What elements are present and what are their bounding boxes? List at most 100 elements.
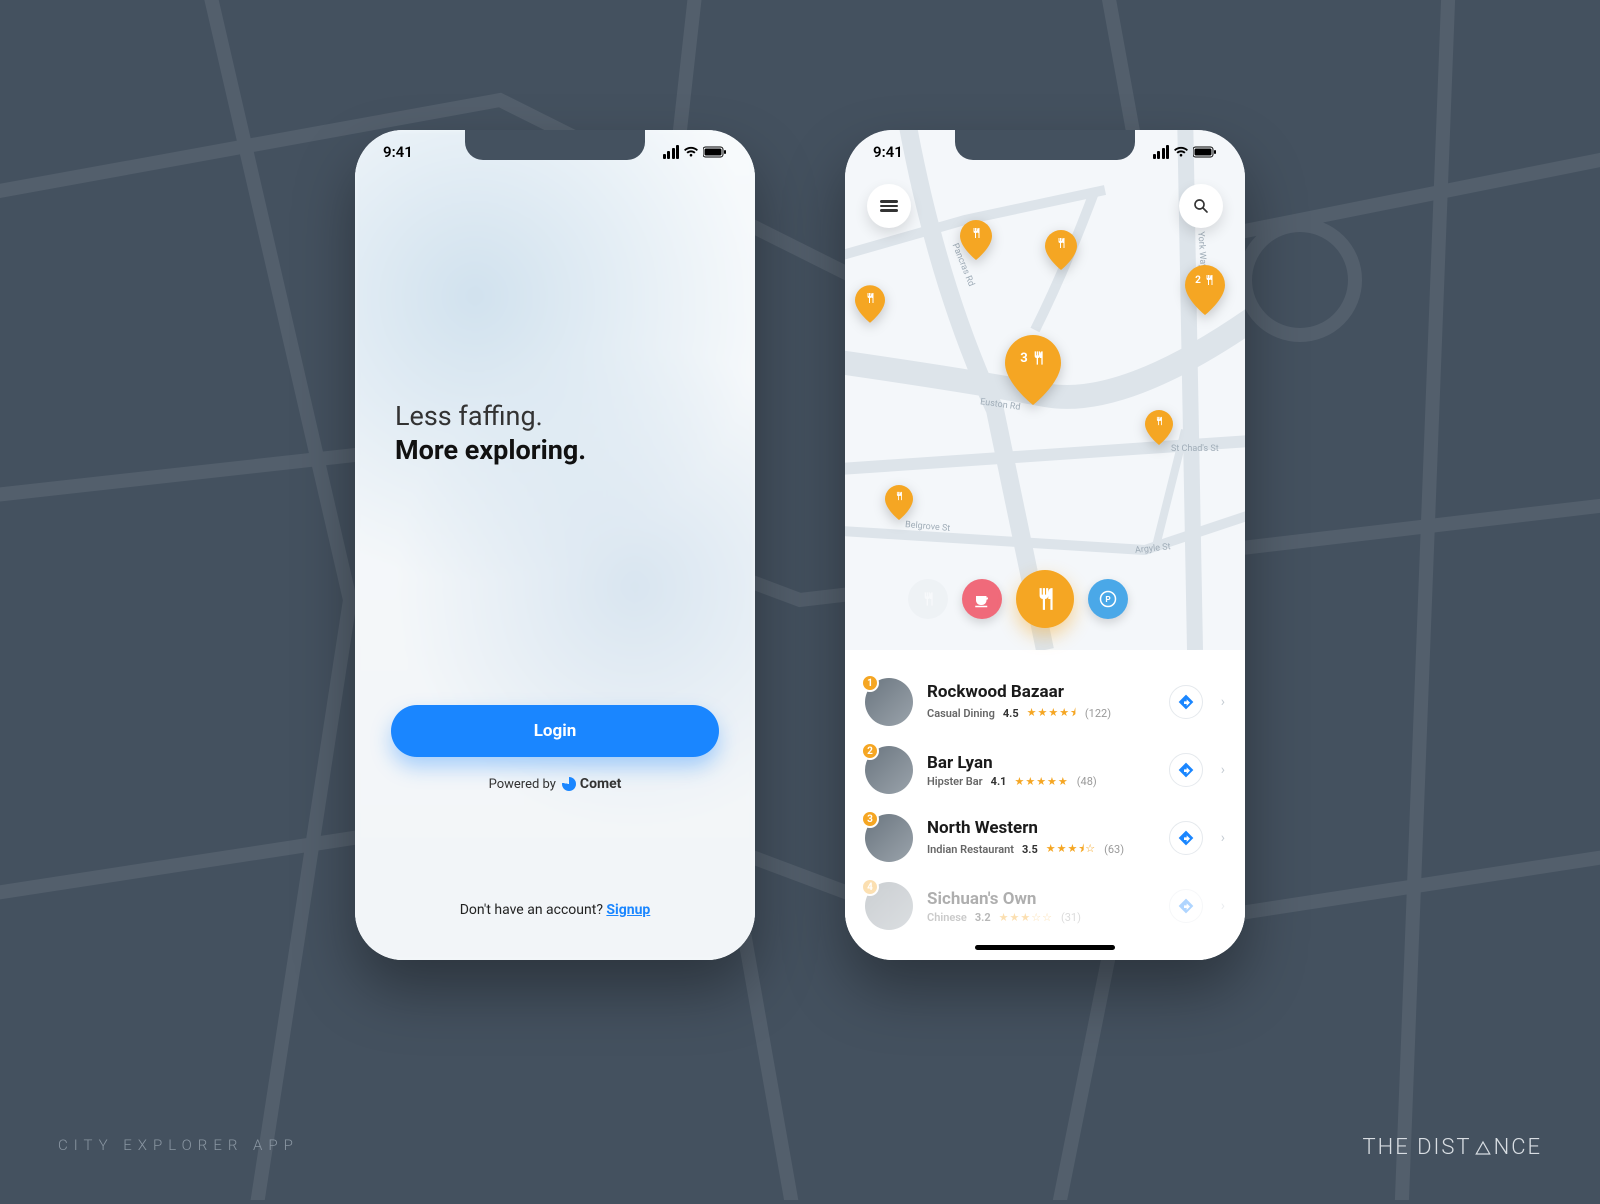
brand-prefix: THE DIST xyxy=(1363,1135,1472,1160)
category-chip-parking[interactable]: P xyxy=(1088,579,1128,619)
signal-icon xyxy=(1153,145,1170,159)
comet-brand: Comet xyxy=(580,776,622,792)
status-indicators xyxy=(663,145,728,159)
map-pin-cluster-main[interactable]: 3 xyxy=(1005,335,1061,405)
result-row[interactable]: 2 Bar Lyan Hipster Bar 4.1 ★★★★★ (48) › xyxy=(845,736,1245,804)
result-row[interactable]: 1 Rockwood Bazaar Casual Dining 4.5 ★★★★… xyxy=(845,668,1245,736)
powered-by: Powered by Comet xyxy=(355,776,755,792)
battery-icon xyxy=(1193,146,1217,158)
comet-mark-icon xyxy=(562,777,576,791)
result-category: Casual Dining xyxy=(927,707,995,720)
wifi-icon xyxy=(683,146,699,158)
map-pin[interactable] xyxy=(885,485,913,520)
directions-button[interactable] xyxy=(1169,753,1203,787)
result-category: Indian Restaurant xyxy=(927,843,1014,856)
star-icons: ★★★★★ xyxy=(1014,775,1068,788)
category-chip-faded-left[interactable] xyxy=(908,579,948,619)
pin-cluster-count: 2 xyxy=(1195,275,1201,286)
result-thumbnail: 3 xyxy=(865,814,913,862)
fork-knife-icon xyxy=(894,491,904,501)
status-indicators xyxy=(1153,145,1218,159)
result-rating: 4.5 xyxy=(1003,707,1019,720)
chevron-right-icon: › xyxy=(1221,762,1225,778)
directions-button[interactable] xyxy=(1169,889,1203,923)
device-notch xyxy=(465,130,645,160)
directions-button[interactable] xyxy=(1169,821,1203,855)
fork-knife-icon xyxy=(1030,350,1046,366)
signup-prompt: Don't have an account? Signup xyxy=(355,902,755,918)
battery-icon xyxy=(703,146,727,158)
fork-knife-icon xyxy=(864,292,876,304)
signal-icon xyxy=(663,145,680,159)
menu-button[interactable] xyxy=(867,184,911,228)
triangle-a-icon xyxy=(1474,1139,1492,1157)
status-time: 9:41 xyxy=(873,143,903,161)
category-selector: P xyxy=(845,570,1245,628)
result-count: (122) xyxy=(1085,707,1111,720)
hero-line-1: Less faffing. xyxy=(395,400,715,432)
result-row[interactable]: 3 North Western Indian Restaurant 3.5 ★★… xyxy=(845,804,1245,872)
fork-knife-icon xyxy=(1203,274,1215,286)
fork-knife-icon xyxy=(920,591,936,607)
result-rating: 4.1 xyxy=(991,775,1007,788)
login-screen: 9:41 Less faffing. More exploring. Login… xyxy=(355,130,755,960)
fork-knife-icon xyxy=(1154,416,1164,426)
signup-link[interactable]: Signup xyxy=(606,902,650,918)
home-indicator xyxy=(975,945,1115,950)
fork-knife-icon xyxy=(970,227,982,239)
street-label-stchads: St Chad's St xyxy=(1171,444,1219,454)
directions-icon xyxy=(1178,898,1194,914)
wifi-icon xyxy=(1173,146,1189,158)
result-name: Sichuan's Own xyxy=(927,889,1155,909)
fork-knife-icon xyxy=(1055,237,1067,249)
login-background xyxy=(355,130,755,960)
category-chip-coffee[interactable] xyxy=(962,579,1002,619)
rank-badge: 1 xyxy=(861,674,879,692)
directions-button[interactable] xyxy=(1169,685,1203,719)
chevron-right-icon: › xyxy=(1221,830,1225,846)
result-category: Chinese xyxy=(927,911,967,924)
search-button[interactable] xyxy=(1179,184,1223,228)
brand-suffix: NCE xyxy=(1494,1135,1542,1160)
signup-text: Don't have an account? xyxy=(460,902,607,918)
hero-text: Less faffing. More exploring. xyxy=(395,400,715,466)
star-icons: ★★★⯨☆ xyxy=(1046,840,1096,859)
comet-logo: Comet xyxy=(562,776,622,792)
svg-text:P: P xyxy=(1105,595,1110,605)
result-thumbnail: 1 xyxy=(865,678,913,726)
result-thumbnail: 2 xyxy=(865,746,913,794)
category-chip-restaurant-active[interactable] xyxy=(1016,570,1074,628)
map-screen: 9:41 xyxy=(845,130,1245,960)
result-category: Hipster Bar xyxy=(927,775,983,788)
map-pin[interactable] xyxy=(1145,410,1173,445)
result-name: Bar Lyan xyxy=(927,753,1155,773)
rank-badge: 3 xyxy=(861,810,879,828)
login-button[interactable]: Login xyxy=(391,705,719,757)
directions-icon xyxy=(1178,830,1194,846)
result-name: North Western xyxy=(927,818,1155,838)
result-rating: 3.5 xyxy=(1022,843,1038,856)
footer-brand: THE DIST NCE xyxy=(1363,1135,1543,1160)
hero-line-2: More exploring. xyxy=(395,434,715,466)
rank-badge: 4 xyxy=(861,878,879,896)
result-name: Rockwood Bazaar xyxy=(927,682,1155,702)
search-icon xyxy=(1192,197,1210,215)
result-rating: 3.2 xyxy=(975,911,991,924)
login-button-label: Login xyxy=(534,721,577,741)
directions-icon xyxy=(1178,762,1194,778)
parking-icon: P xyxy=(1099,590,1117,608)
coffee-icon xyxy=(973,590,991,608)
device-notch xyxy=(955,130,1135,160)
star-icons: ★★★☆☆ xyxy=(999,911,1053,924)
fork-knife-icon xyxy=(1032,586,1058,612)
map-pin-cluster-right[interactable]: 2 xyxy=(1185,265,1225,315)
map-pin[interactable] xyxy=(855,285,885,323)
rank-badge: 2 xyxy=(861,742,879,760)
result-row[interactable]: 4 Sichuan's Own Chinese 3.2 ★★★☆☆ (31) › xyxy=(845,872,1245,940)
map-pin[interactable] xyxy=(1045,230,1077,270)
result-thumbnail: 4 xyxy=(865,882,913,930)
chevron-right-icon: › xyxy=(1221,694,1225,710)
menu-icon xyxy=(880,198,898,214)
results-panel[interactable]: 1 Rockwood Bazaar Casual Dining 4.5 ★★★★… xyxy=(845,650,1245,960)
chevron-right-icon: › xyxy=(1221,898,1225,914)
